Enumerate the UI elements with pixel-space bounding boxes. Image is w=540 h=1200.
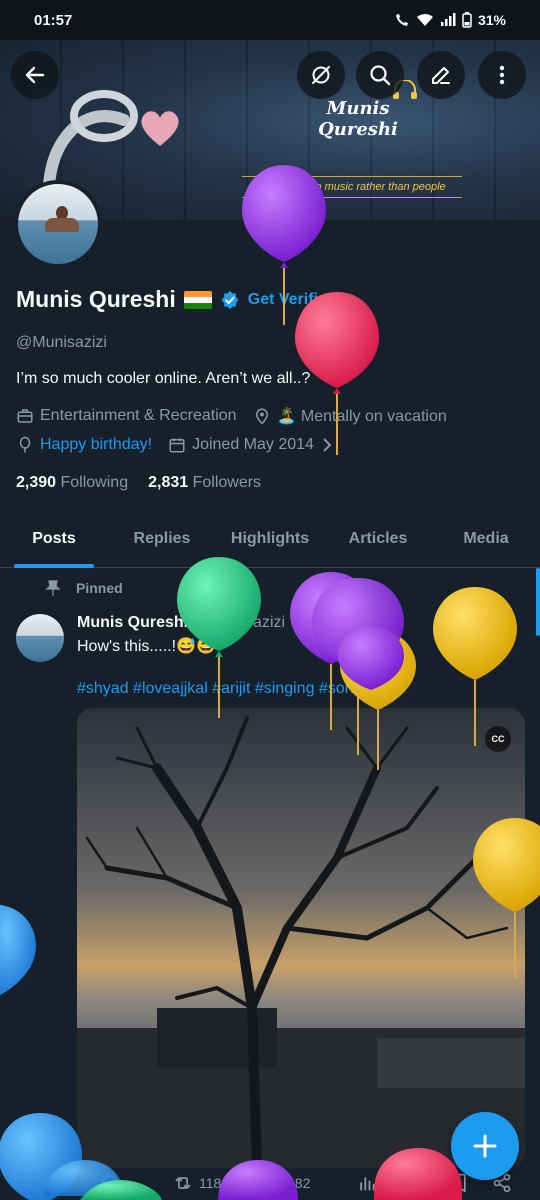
views-count: 582 [287,1174,311,1191]
profile-location: 🏝️ Mentally on vacation [276,408,447,425]
repost-count: 118 [199,1174,222,1191]
followers-count: 2,831 [148,474,189,491]
balloon-blue-left [0,904,36,996]
location-icon [255,408,268,425]
post-action-bar: 118 582 [0,1165,540,1200]
heart-icon [141,111,179,146]
profile-joined: Joined May 2014 [192,436,314,453]
post-author-avatar[interactable] [16,614,64,662]
battery-percent: 31% [477,12,506,28]
bare-tree-image [77,716,525,1168]
pin-icon [46,580,60,596]
name-row: Munis Qureshi Get Verified [16,286,337,313]
following-count: 2,390 [16,474,57,491]
more-button[interactable] [478,51,526,99]
wifi-icon [416,13,433,26]
briefcase-icon [17,409,33,423]
analytics-button[interactable] [357,1173,377,1193]
post-author-name[interactable]: Munis Qureshi [77,614,188,632]
post-author-handle: @Munisazizi · Jan 20 [194,614,348,631]
following-label: Following [60,474,129,491]
status-bar: 01:57 31% [0,0,540,40]
repost-icon [175,1176,191,1189]
banner-tagline: I'm more into music rather than people [242,176,462,198]
profile-bio: I’m so much cooler online. Aren’t we all… [16,370,311,387]
repost-button[interactable]: 118 [172,1173,221,1193]
back-button[interactable] [11,51,59,99]
chevron-right-icon[interactable] [320,436,334,454]
tab-posts[interactable]: Posts [0,512,108,568]
profile-meta-row-2: Happy birthday! Joined May 2014 [16,436,334,454]
search-button[interactable] [356,51,404,99]
balloon-icon [19,436,31,453]
bookmark-icon [452,1173,466,1192]
search-icon [370,65,391,86]
calendar-icon [169,438,185,453]
profile-category: Entertainment & Recreation [40,407,237,424]
get-verified-link[interactable]: Get Verified [248,291,337,309]
display-name: Munis Qureshi [16,286,176,312]
plus-icon [473,1134,497,1158]
pinned-label: Pinned [76,580,123,596]
reply-icon [102,1175,118,1193]
signal-icon [440,13,456,26]
grok-button[interactable] [297,51,345,99]
reply-button[interactable] [100,1173,120,1193]
followers-label: Followers [192,474,262,491]
status-icons: 31% [394,12,506,28]
status-time: 01:57 [34,11,73,29]
india-flag-icon [183,290,212,309]
balloon-purple-2 [290,572,372,730]
scrollbar[interactable] [536,568,540,636]
followers-link[interactable]: 2,831 Followers [148,474,261,492]
profile-handle: @Munisazizi [16,334,107,351]
wifi-call-icon [395,14,408,26]
follow-stats: 2,390 Following 2,831 Followers [16,474,261,492]
post-hashtags[interactable]: #shyad #loveajjkal #arijit #singing #son… [77,680,363,698]
verified-badge-icon [221,290,239,309]
compose-post-button[interactable] [451,1112,519,1180]
edit-profile-button[interactable] [417,51,465,99]
profile-tabs: Posts Replies Highlights Articles Media [0,512,540,568]
heart-outline-icon [263,1175,281,1192]
tab-replies[interactable]: Replies [108,512,216,567]
tab-media[interactable]: Media [432,512,540,567]
battery-icon [462,12,472,28]
analytics-icon [360,1176,375,1191]
tab-articles[interactable]: Articles [324,512,432,567]
banner-brand-text: Munis Qureshi [318,98,398,140]
bookmark-button[interactable] [450,1173,468,1193]
edit-icon [432,67,450,84]
tab-highlights[interactable]: Highlights [216,512,324,567]
profile-avatar[interactable] [14,180,102,268]
grok-icon [312,66,330,84]
more-icon [499,65,505,85]
post-text: How's this.....!😅😅 [77,638,216,655]
post-author-row: Munis Qureshi @Munisazizi · Jan 20 [77,614,347,632]
following-link[interactable]: 2,390 Following [16,474,128,492]
back-arrow-icon [25,66,45,84]
post-video[interactable]: CC [77,708,525,1168]
profile-meta-row-1: Entertainment & Recreation 🏝️ Mentally o… [16,406,447,426]
closed-captions-button[interactable]: CC [485,726,511,752]
pinned-indicator: Pinned [46,580,123,596]
birthday-link[interactable]: Happy birthday! [40,436,152,454]
like-button[interactable]: 582 [262,1173,310,1193]
